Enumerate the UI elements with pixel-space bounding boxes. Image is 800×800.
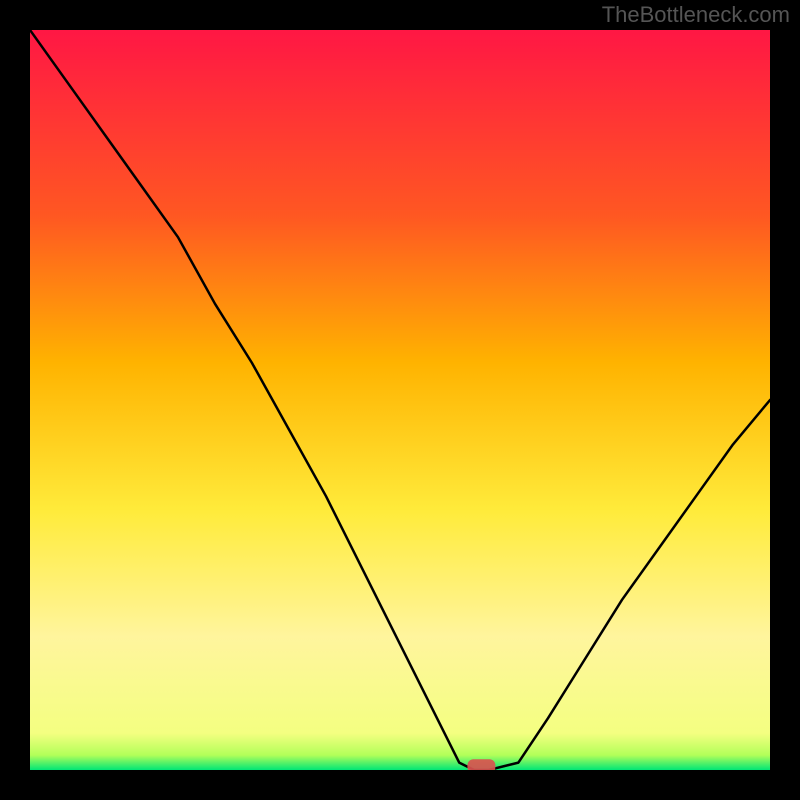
chart-svg [30,30,770,770]
optimal-point-marker [467,759,495,770]
watermark-text: TheBottleneck.com [602,2,790,28]
chart-background-gradient [30,30,770,770]
chart-plot-area [30,30,770,770]
